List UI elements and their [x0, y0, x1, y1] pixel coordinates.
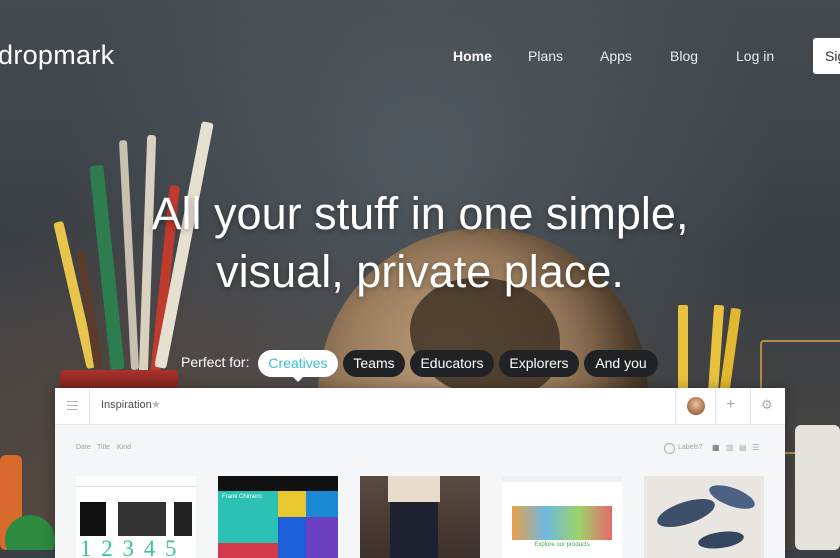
- card-photo: [80, 502, 106, 536]
- frank-chimero-card[interactable]: Frank Chimero: [218, 476, 338, 558]
- audience-pill-teams[interactable]: Teams: [343, 350, 405, 377]
- pencil-image: [678, 305, 688, 395]
- card-caption: Explore our products: [534, 542, 590, 548]
- ball-image: [5, 515, 55, 550]
- numbers-card[interactable]: 1 2 3 4 5: [76, 476, 196, 558]
- card-caption: 1 2 3 4 5: [80, 536, 179, 558]
- audience-pill-explorers[interactable]: Explorers: [499, 350, 579, 377]
- toolbar-divider: [715, 388, 716, 424]
- audience-pill-and-you[interactable]: And you: [584, 350, 658, 377]
- card-block: [306, 517, 338, 558]
- list-grid-view-icon[interactable]: ▤: [739, 443, 747, 452]
- card-block: [218, 543, 278, 558]
- labels-toggle[interactable]: Labels?: [678, 444, 703, 451]
- card-photo: [654, 493, 718, 533]
- sort-kind[interactable]: Kind: [117, 444, 131, 451]
- audience-pill-educators[interactable]: Educators: [410, 350, 494, 377]
- city-illustration-card[interactable]: Explore our products: [502, 476, 622, 558]
- toolbar-divider: [89, 388, 90, 424]
- gear-icon[interactable]: ⚙: [761, 397, 773, 413]
- jeans-photo-card[interactable]: [360, 476, 480, 558]
- labels-check-icon[interactable]: [664, 443, 675, 454]
- active-pill-pointer: [292, 376, 304, 382]
- sort-date[interactable]: Date: [76, 444, 91, 451]
- card-photo: [118, 502, 166, 536]
- card-block: [278, 491, 306, 517]
- nav-plans[interactable]: Plans: [528, 48, 563, 64]
- perfect-for-label: Perfect for:: [181, 354, 250, 370]
- card-caption: Frank Chimero: [222, 494, 262, 500]
- card-photo: [174, 502, 192, 536]
- toolbar-divider: [675, 388, 676, 424]
- nav-home[interactable]: Home: [453, 48, 492, 64]
- nav-blog[interactable]: Blog: [670, 48, 698, 64]
- audience-pill-creatives[interactable]: Creatives: [258, 350, 338, 377]
- card-photo: [697, 528, 745, 552]
- card-block: [278, 517, 306, 558]
- list-view-icon[interactable]: ☰: [752, 443, 759, 452]
- sort-title[interactable]: Title: [97, 444, 110, 451]
- nav-login[interactable]: Log in: [736, 48, 774, 64]
- card-block: [502, 476, 622, 482]
- birds-illustration-card[interactable]: [644, 476, 764, 558]
- star-icon[interactable]: ★: [151, 398, 161, 411]
- collection-title[interactable]: Inspiration: [101, 399, 152, 411]
- app-toolbar: Inspiration ★ + ⚙: [55, 388, 785, 425]
- card-photo: [706, 480, 758, 514]
- grid-view-icon[interactable]: ▦: [712, 443, 720, 452]
- nav-apps[interactable]: Apps: [600, 48, 632, 64]
- signup-button[interactable]: Sig: [813, 38, 840, 74]
- card-block: [306, 491, 338, 517]
- chart-view-icon[interactable]: ▥: [726, 443, 734, 452]
- box-image: [795, 425, 840, 550]
- hero-headline-line1: All your stuff in one simple,: [151, 188, 689, 239]
- card-block: [512, 506, 612, 540]
- avatar[interactable]: [687, 397, 705, 415]
- card-photo: [76, 486, 196, 487]
- hero-headline-line2: visual, private place.: [216, 246, 624, 297]
- app-preview-window: Inspiration ★ + ⚙ Date Title Kind Labels…: [55, 388, 785, 558]
- add-icon[interactable]: +: [726, 396, 735, 414]
- card-photo: [388, 476, 440, 502]
- menu-icon[interactable]: [67, 401, 78, 410]
- brand-logo[interactable]: dropmark: [0, 40, 114, 71]
- toolbar-divider: [750, 388, 751, 424]
